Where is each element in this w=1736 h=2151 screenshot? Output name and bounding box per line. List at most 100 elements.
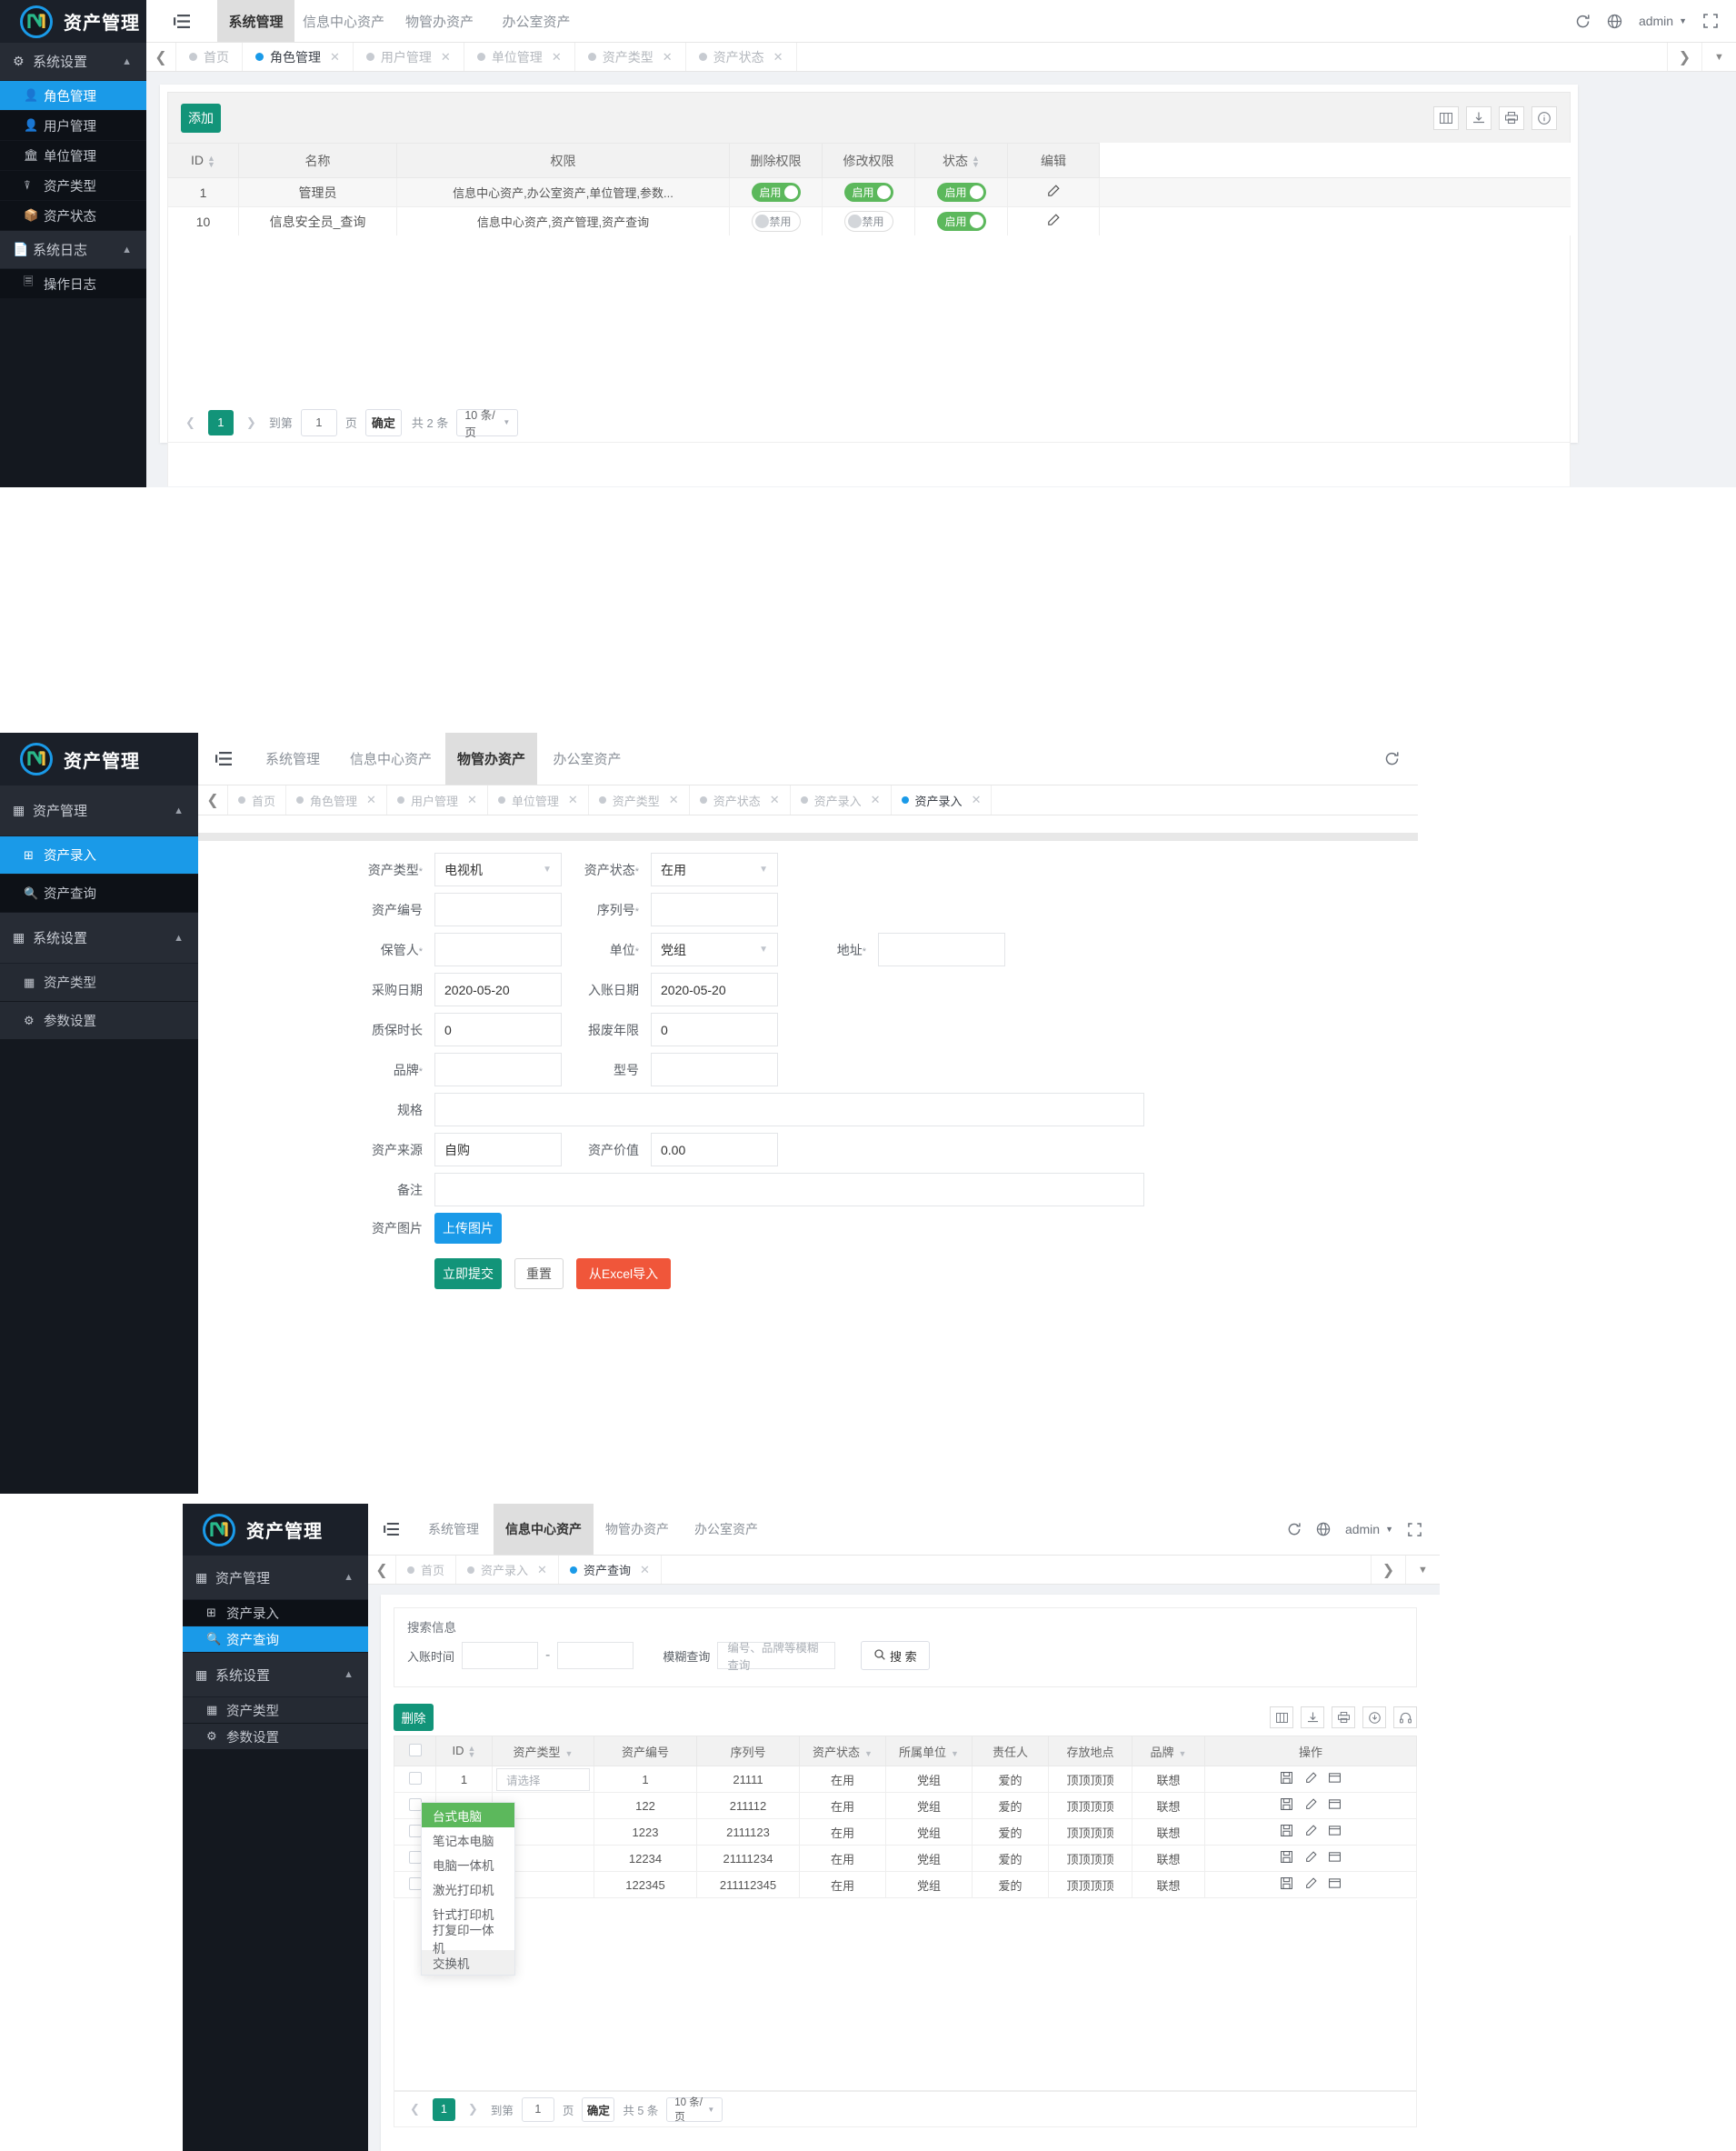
columns-icon[interactable] bbox=[1433, 105, 1459, 130]
warranty-input[interactable]: 0 bbox=[434, 1013, 562, 1046]
edit-icon[interactable] bbox=[1305, 1877, 1317, 1892]
menu-collapse-icon[interactable] bbox=[198, 733, 249, 785]
close-icon[interactable]: ✕ bbox=[552, 50, 562, 65]
cell-asset-type[interactable]: 请选择 bbox=[492, 1766, 594, 1793]
detail-icon[interactable] bbox=[1329, 1772, 1342, 1786]
import-excel-button[interactable]: 从Excel导入 bbox=[576, 1258, 671, 1289]
topnav-item-info-center-assets[interactable]: 信息中心资产 bbox=[494, 1504, 594, 1555]
current-page-button[interactable]: 1 bbox=[207, 409, 234, 435]
search-button[interactable]: 搜 索 bbox=[861, 1641, 931, 1670]
table-row[interactable]: 3 1223 2111123 在用 党组 爱的 顶顶顶顶 联想 bbox=[394, 1818, 1417, 1846]
refresh-icon[interactable] bbox=[1287, 1522, 1302, 1536]
asset-source-input[interactable]: 自购 bbox=[434, 1133, 562, 1166]
info-icon[interactable] bbox=[1531, 105, 1557, 130]
pencil-icon[interactable] bbox=[1047, 185, 1060, 200]
col-select-all[interactable] bbox=[394, 1736, 436, 1766]
save-icon[interactable] bbox=[1280, 1798, 1292, 1813]
tab-asset-entry[interactable]: 资产录入 ✕ bbox=[456, 1556, 559, 1584]
dropdown-option-desktop-pc[interactable]: 台式电脑 bbox=[422, 1803, 514, 1827]
tabs-dropdown-button[interactable]: ▼ bbox=[1405, 1556, 1440, 1584]
status-toggle[interactable]: 启用 bbox=[936, 212, 986, 231]
save-icon[interactable] bbox=[1280, 1772, 1292, 1786]
export-icon[interactable] bbox=[1301, 1706, 1324, 1728]
detail-icon[interactable] bbox=[1329, 1825, 1342, 1839]
tabs-dropdown-button[interactable]: ▼ bbox=[1701, 43, 1736, 71]
form-scroll-indicator[interactable] bbox=[198, 833, 1418, 841]
save-icon[interactable] bbox=[1280, 1825, 1292, 1839]
confirm-page-button[interactable]: 确定 bbox=[582, 2096, 615, 2122]
checkbox-row[interactable] bbox=[408, 1876, 422, 1890]
close-icon[interactable]: ✕ bbox=[972, 793, 982, 807]
filter-icon[interactable]: ▼ bbox=[864, 1749, 873, 1758]
next-page-button[interactable]: ❯ bbox=[464, 2102, 483, 2116]
tab-role-management[interactable]: 角色管理 ✕ bbox=[243, 43, 354, 71]
edit-icon[interactable] bbox=[1305, 1798, 1317, 1813]
topnav-item-system-management[interactable]: 系统管理 bbox=[217, 0, 294, 42]
goto-page-input[interactable]: 1 bbox=[300, 408, 337, 436]
sidebar-group-asset-management[interactable]: ▦ 资产管理 ▲ bbox=[0, 785, 198, 836]
tab-asset-query[interactable]: 资产查询 ✕ bbox=[559, 1556, 662, 1584]
download-icon[interactable] bbox=[1362, 1706, 1386, 1728]
support-icon[interactable] bbox=[1393, 1706, 1417, 1728]
confirm-page-button[interactable]: 确定 bbox=[364, 408, 402, 436]
sidebar-item-asset-entry[interactable]: ⊞ 资产录入 bbox=[183, 1600, 368, 1626]
add-button[interactable]: 添加 bbox=[181, 103, 221, 133]
tabs-prev-button[interactable]: ❮ bbox=[368, 1556, 396, 1584]
sidebar-item-asset-query[interactable]: 🔍 资产查询 bbox=[0, 875, 198, 913]
delete-permission-toggle[interactable]: 禁用 bbox=[751, 211, 801, 232]
tab-role-management[interactable]: 角色管理 ✕ bbox=[286, 785, 387, 815]
tab-asset-status[interactable]: 资产状态 ✕ bbox=[686, 43, 797, 71]
topnav-item-office-assets[interactable]: 办公室资产 bbox=[537, 733, 637, 785]
reset-button[interactable]: 重置 bbox=[514, 1258, 564, 1289]
sidebar-item-asset-type[interactable]: ▦ 资产类型 bbox=[183, 1697, 368, 1724]
sidebar-item-operation-log[interactable]: 🗏 操作日志 bbox=[0, 269, 146, 299]
serial-number-input[interactable] bbox=[651, 893, 778, 926]
col-id[interactable]: ID ▲ ▼ bbox=[435, 1736, 493, 1766]
col-id[interactable]: ID ▲ ▼ bbox=[167, 143, 239, 178]
submit-button[interactable]: 立即提交 bbox=[434, 1258, 502, 1289]
delete-permission-toggle[interactable]: 启用 bbox=[751, 183, 801, 202]
user-menu[interactable]: admin ▼ bbox=[1345, 1522, 1393, 1536]
close-icon[interactable]: ✕ bbox=[770, 793, 780, 807]
tab-asset-type[interactable]: 资产类型 ✕ bbox=[575, 43, 686, 71]
prev-page-button[interactable]: ❮ bbox=[405, 2102, 424, 2116]
sidebar-item-unit-management[interactable]: 🏛 单位管理 bbox=[0, 141, 146, 171]
close-icon[interactable]: ✕ bbox=[640, 1563, 650, 1577]
close-icon[interactable]: ✕ bbox=[441, 50, 451, 65]
col-unit[interactable]: 所属单位 ▼ bbox=[885, 1736, 973, 1766]
spec-input[interactable] bbox=[434, 1093, 1144, 1126]
topnav-item-info-center-assets[interactable]: 信息中心资产 bbox=[336, 733, 445, 785]
close-icon[interactable]: ✕ bbox=[669, 793, 679, 807]
scrap-years-input[interactable]: 0 bbox=[651, 1013, 778, 1046]
filter-icon[interactable]: ▼ bbox=[1179, 1749, 1187, 1758]
close-icon[interactable]: ✕ bbox=[773, 50, 783, 65]
dropdown-option-laptop[interactable]: 笔记本电脑 bbox=[422, 1827, 514, 1852]
tab-user-management[interactable]: 用户管理 ✕ bbox=[387, 785, 488, 815]
filter-icon[interactable]: ▼ bbox=[951, 1749, 959, 1758]
sidebar-item-parameter-settings[interactable]: ⚙ 参数设置 bbox=[0, 1002, 198, 1040]
goto-page-input[interactable]: 1 bbox=[521, 2096, 554, 2122]
topnav-item-property-office-assets[interactable]: 物管办资产 bbox=[594, 1504, 681, 1555]
topnav-item-info-center-assets[interactable]: 信息中心资产 bbox=[294, 0, 393, 42]
next-page-button[interactable]: ❯ bbox=[242, 415, 261, 430]
tab-home[interactable]: 首页 bbox=[228, 785, 287, 815]
brand-input[interactable] bbox=[434, 1053, 562, 1086]
unit-select[interactable]: 党组 ▼ bbox=[651, 933, 778, 966]
sidebar-item-asset-entry[interactable]: ⊞ 资产录入 bbox=[0, 836, 198, 875]
current-page-button[interactable]: 1 bbox=[432, 2097, 455, 2121]
table-row[interactable]: 5 122345 211112345 在用 党组 爱的 顶顶顶顶 联想 bbox=[394, 1871, 1417, 1898]
close-icon[interactable]: ✕ bbox=[467, 793, 477, 807]
topnav-item-system-management[interactable]: 系统管理 bbox=[414, 1504, 494, 1555]
save-icon[interactable] bbox=[1280, 1877, 1292, 1892]
checkbox-row[interactable] bbox=[408, 1797, 422, 1811]
tab-asset-type[interactable]: 资产类型 ✕ bbox=[589, 785, 690, 815]
print-icon[interactable] bbox=[1499, 105, 1524, 130]
table-row[interactable]: 4 12234 21111234 在用 党组 爱的 顶顶顶顶 联想 bbox=[394, 1845, 1417, 1872]
col-asset-type[interactable]: 资产类型 ▼ bbox=[492, 1736, 594, 1766]
close-icon[interactable]: ✕ bbox=[568, 793, 578, 807]
export-icon[interactable] bbox=[1466, 105, 1492, 130]
refresh-icon[interactable] bbox=[1575, 14, 1591, 29]
tab-asset-entry-2[interactable]: 资产录入 ✕ bbox=[892, 785, 993, 815]
topnav-item-system-management[interactable]: 系统管理 bbox=[249, 733, 336, 785]
sidebar-item-user-management[interactable]: 👤 用户管理 bbox=[0, 111, 146, 141]
